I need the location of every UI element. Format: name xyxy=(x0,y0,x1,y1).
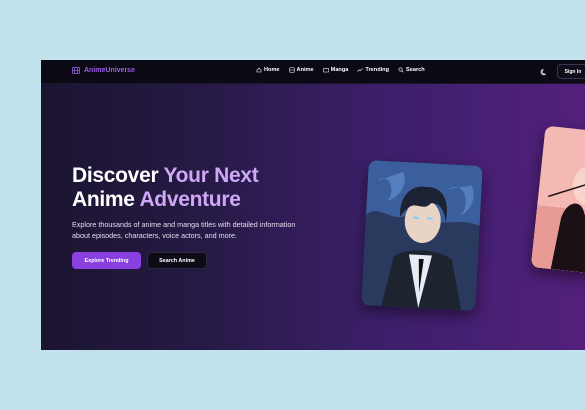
top-navbar: AnimeUniverse Home Anime Manga Trending … xyxy=(41,60,585,84)
nav-link-trending[interactable]: Trending xyxy=(357,67,389,73)
browser-viewport: AnimeUniverse Home Anime Manga Trending … xyxy=(41,60,585,350)
hero-title: Discover Your Next Anime Adventure xyxy=(72,164,259,212)
hero-title-line2: Anime Adventure xyxy=(72,188,258,212)
hero-title-line1: Discover Your Next xyxy=(72,164,259,188)
trending-icon xyxy=(357,68,364,72)
nav-link-label: Trending xyxy=(365,67,389,73)
nav-link-manga[interactable]: Manga xyxy=(322,67,349,73)
title-accent: Your Next xyxy=(163,164,259,187)
nav-link-home[interactable]: Home xyxy=(256,67,280,73)
featured-manga-card[interactable] xyxy=(530,125,585,277)
moon-icon[interactable] xyxy=(540,68,548,76)
hero-description: Explore thousands of anime and manga tit… xyxy=(72,220,296,240)
nav-link-label: Home xyxy=(264,67,280,73)
nav-link-label: Manga xyxy=(330,67,349,73)
book-icon xyxy=(322,67,329,73)
search-icon xyxy=(398,67,404,73)
explore-trending-button[interactable]: Explore Trending xyxy=(72,252,141,269)
nav-link-search[interactable]: Search xyxy=(398,67,425,73)
brand-logo[interactable]: AnimeUniverse xyxy=(72,67,135,74)
home-icon xyxy=(256,67,262,73)
title-accent: Adventure xyxy=(139,188,241,211)
silhouette-illustration xyxy=(530,125,585,277)
brand-name: AnimeUniverse xyxy=(84,67,135,74)
anime-character-illustration xyxy=(361,160,483,311)
featured-anime-card[interactable] xyxy=(361,160,483,311)
nav-link-label: Anime xyxy=(296,67,314,73)
nav-links: Home Anime Manga Trending Search xyxy=(256,67,425,73)
title-plain: Anime xyxy=(72,188,140,211)
nav-link-anime[interactable]: Anime xyxy=(288,67,314,73)
sign-in-button[interactable]: Sign In xyxy=(557,64,585,79)
hero-section: Discover Your Next Anime Adventure Explo… xyxy=(41,84,585,350)
film-icon xyxy=(288,67,295,73)
title-plain: Discover xyxy=(72,164,164,187)
search-anime-button[interactable]: Search Anime xyxy=(147,252,207,269)
film-icon xyxy=(72,67,80,74)
nav-link-label: Search xyxy=(406,67,425,73)
